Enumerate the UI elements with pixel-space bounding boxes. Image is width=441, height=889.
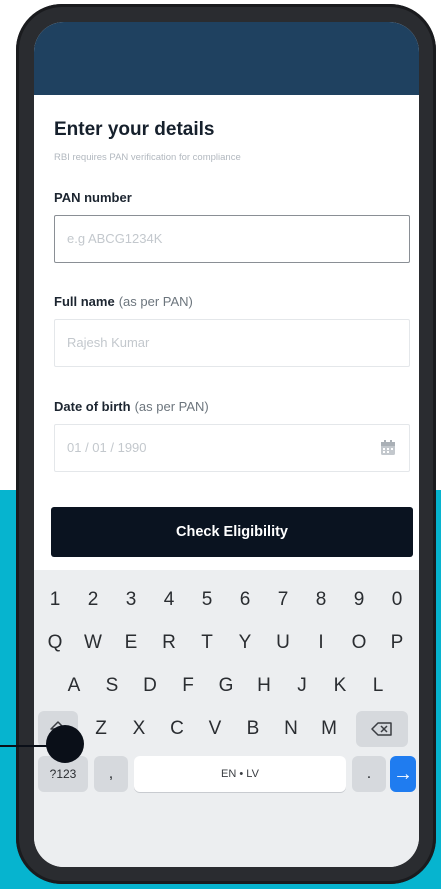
key-z[interactable]: Z <box>84 711 118 747</box>
key-t[interactable]: T <box>190 625 224 661</box>
key-3[interactable]: 3 <box>114 582 148 618</box>
key-e[interactable]: E <box>114 625 148 661</box>
key-i[interactable]: I <box>304 625 338 661</box>
key-b[interactable]: B <box>236 711 270 747</box>
name-label: Full name (as per PAN) <box>54 294 193 309</box>
pan-input[interactable]: e.g ABCG1234K <box>54 215 410 263</box>
calendar-icon[interactable] <box>379 439 397 457</box>
key-y[interactable]: Y <box>228 625 262 661</box>
dob-label-text: Date of birth <box>54 399 131 414</box>
key-p[interactable]: P <box>380 625 414 661</box>
key-0[interactable]: 0 <box>380 582 414 618</box>
keyboard-row-asdf: A S D F G H J K L <box>34 668 419 704</box>
key-w[interactable]: W <box>76 625 110 661</box>
key-a[interactable]: A <box>57 668 91 704</box>
key-n[interactable]: N <box>274 711 308 747</box>
key-4[interactable]: 4 <box>152 582 186 618</box>
backspace-icon <box>371 722 392 736</box>
pan-label: PAN number <box>54 190 132 205</box>
period-key[interactable]: . <box>352 756 386 792</box>
form-title: Enter your details <box>54 119 215 140</box>
keyboard-row-zxcv: Z X C V B N M <box>34 711 419 747</box>
key-s[interactable]: S <box>95 668 129 704</box>
app-header-bar <box>34 22 419 95</box>
name-placeholder: Rajesh Kumar <box>67 335 150 350</box>
check-eligibility-button[interactable]: Check Eligibility <box>51 507 413 557</box>
form-subtitle: RBI requires PAN verification for compli… <box>54 152 241 163</box>
keyboard-row-qwerty: Q W E R T Y U I O P <box>34 625 419 661</box>
key-x[interactable]: X <box>122 711 156 747</box>
key-c[interactable]: C <box>160 711 194 747</box>
dob-placeholder: 01 / 01 / 1990 <box>67 440 147 455</box>
key-q[interactable]: Q <box>38 625 72 661</box>
key-9[interactable]: 9 <box>342 582 376 618</box>
key-k[interactable]: K <box>323 668 357 704</box>
space-key[interactable]: EN • LV <box>134 756 346 792</box>
key-6[interactable]: 6 <box>228 582 262 618</box>
full-name-input[interactable]: Rajesh Kumar <box>54 319 410 367</box>
key-1[interactable]: 1 <box>38 582 72 618</box>
on-screen-keyboard: 1 2 3 4 5 6 7 8 9 0 Q W E R T Y U I O P … <box>34 570 419 867</box>
key-j[interactable]: J <box>285 668 319 704</box>
key-g[interactable]: G <box>209 668 243 704</box>
name-label-text: Full name <box>54 294 115 309</box>
key-5[interactable]: 5 <box>190 582 224 618</box>
key-d[interactable]: D <box>133 668 167 704</box>
key-m[interactable]: M <box>312 711 346 747</box>
key-2[interactable]: 2 <box>76 582 110 618</box>
pointer-callout-dot <box>46 725 84 763</box>
keyboard-row-bottom: ?123 , EN • LV . → <box>34 756 419 792</box>
key-7[interactable]: 7 <box>266 582 300 618</box>
name-label-hint: (as per PAN) <box>118 294 193 309</box>
dob-label-hint: (as per PAN) <box>134 399 209 414</box>
key-f[interactable]: F <box>171 668 205 704</box>
key-h[interactable]: H <box>247 668 281 704</box>
comma-key[interactable]: , <box>94 756 128 792</box>
enter-key[interactable]: → <box>390 756 416 792</box>
key-u[interactable]: U <box>266 625 300 661</box>
key-8[interactable]: 8 <box>304 582 338 618</box>
key-v[interactable]: V <box>198 711 232 747</box>
phone-screen: Enter your details RBI requires PAN veri… <box>34 22 419 867</box>
pan-placeholder: e.g ABCG1234K <box>67 231 163 246</box>
key-o[interactable]: O <box>342 625 376 661</box>
keyboard-row-numbers: 1 2 3 4 5 6 7 8 9 0 <box>34 582 419 618</box>
pan-label-text: PAN number <box>54 190 132 205</box>
key-l[interactable]: L <box>361 668 395 704</box>
backspace-key[interactable] <box>356 711 408 747</box>
dob-label: Date of birth (as per PAN) <box>54 399 209 414</box>
dob-input[interactable]: 01 / 01 / 1990 <box>54 424 410 472</box>
key-r[interactable]: R <box>152 625 186 661</box>
